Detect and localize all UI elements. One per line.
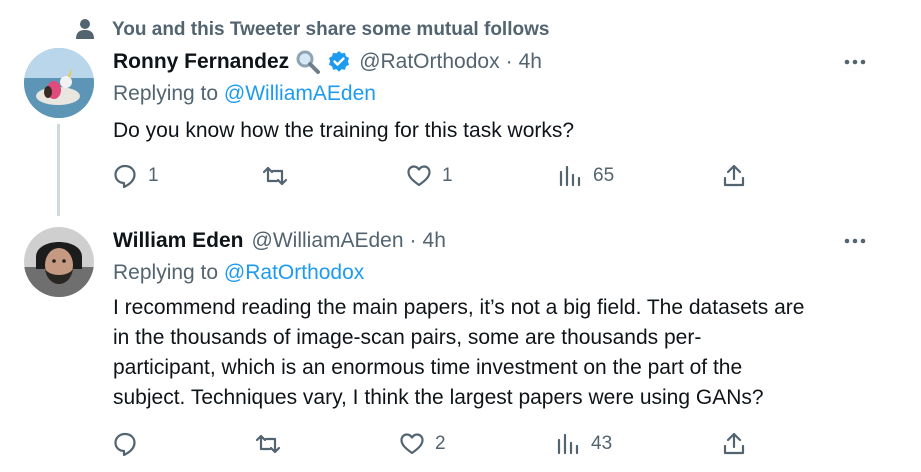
handle[interactable]: @WilliamAEden — [252, 229, 404, 253]
retweet-icon — [255, 434, 281, 454]
heart-icon — [400, 433, 424, 455]
like-button[interactable]: 1 — [406, 161, 453, 191]
replying-to-prefix: Replying to — [113, 82, 224, 105]
tweet-text-line: in the thousands of image-scan pairs, so… — [113, 326, 702, 349]
timestamp[interactable]: 4h — [423, 229, 446, 253]
reply-icon — [114, 164, 136, 189]
more-options-icon[interactable] — [842, 231, 868, 251]
views-count: 65 — [593, 165, 615, 186]
retweet-button[interactable] — [262, 161, 298, 191]
tweet-header: William Eden @WilliamAEden · 4h — [113, 227, 446, 255]
verified-check-icon[interactable] — [327, 50, 351, 74]
replying-to-link[interactable]: @WilliamAEden — [224, 82, 376, 105]
tweet[interactable]: William Eden @WilliamAEden · 4h Replying… — [0, 227, 921, 472]
tweet-text: Do you know how the training for this ta… — [113, 119, 575, 142]
views-count: 43 — [591, 433, 613, 454]
views-chart-icon — [559, 165, 581, 187]
display-name[interactable]: William Eden — [113, 229, 244, 253]
tweet-header: Ronny Fernandez @RatOrthodox · 4h — [113, 48, 542, 76]
handle[interactable]: @RatOrthodox — [359, 50, 499, 74]
share-icon — [723, 164, 745, 187]
retweet-icon — [262, 166, 288, 186]
reply-button[interactable] — [112, 429, 148, 459]
timestamp[interactable]: 4h — [519, 50, 542, 74]
replying-to-link[interactable]: @RatOrthodox — [224, 261, 364, 284]
reply-button[interactable]: 1 — [112, 161, 159, 191]
social-context: You and this Tweeter share some mutual f… — [0, 16, 900, 42]
replying-to: Replying to @RatOrthodox — [113, 261, 364, 285]
reply-count: 1 — [148, 165, 159, 186]
like-count: 2 — [435, 433, 446, 454]
like-count: 1 — [442, 165, 453, 186]
views-button[interactable]: 65 — [557, 161, 614, 191]
tweet[interactable]: Ronny Fernandez @RatOrthodox · 4h Replyi… — [0, 48, 921, 218]
avatar[interactable] — [24, 48, 94, 118]
share-button[interactable] — [721, 429, 747, 459]
separator-dot: · — [409, 229, 417, 252]
share-icon — [723, 432, 745, 455]
retweet-button[interactable] — [255, 429, 291, 459]
heart-icon — [407, 165, 431, 187]
views-chart-icon — [557, 433, 579, 455]
tweet-actions: 2 43 — [0, 429, 921, 459]
like-button[interactable]: 2 — [399, 429, 446, 459]
display-name[interactable]: Ronny Fernandez — [113, 50, 289, 74]
replying-to-prefix: Replying to — [113, 261, 224, 284]
avatar[interactable] — [24, 227, 94, 297]
person-icon — [76, 19, 94, 39]
share-button[interactable] — [721, 161, 747, 191]
views-button[interactable]: 43 — [555, 429, 612, 459]
tweet-text-line: subject. Techniques vary, I think the la… — [113, 386, 764, 409]
separator-dot: · — [505, 50, 513, 73]
magnifying-glass-emoji-icon — [296, 50, 321, 74]
tweet-text: I recommend reading the main papers, it’… — [113, 293, 883, 413]
tweet-text-line: participant, which is an enormous time i… — [113, 356, 743, 379]
more-options-icon[interactable] — [842, 52, 868, 72]
reply-icon — [114, 432, 136, 457]
tweet-actions: 1 1 65 — [0, 161, 921, 191]
social-context-text: You and this Tweeter share some mutual f… — [112, 19, 550, 40]
tweet-thread: You and this Tweeter share some mutual f… — [0, 0, 921, 472]
tweet-text-line: I recommend reading the main papers, it’… — [113, 296, 805, 319]
replying-to: Replying to @WilliamAEden — [113, 82, 376, 106]
